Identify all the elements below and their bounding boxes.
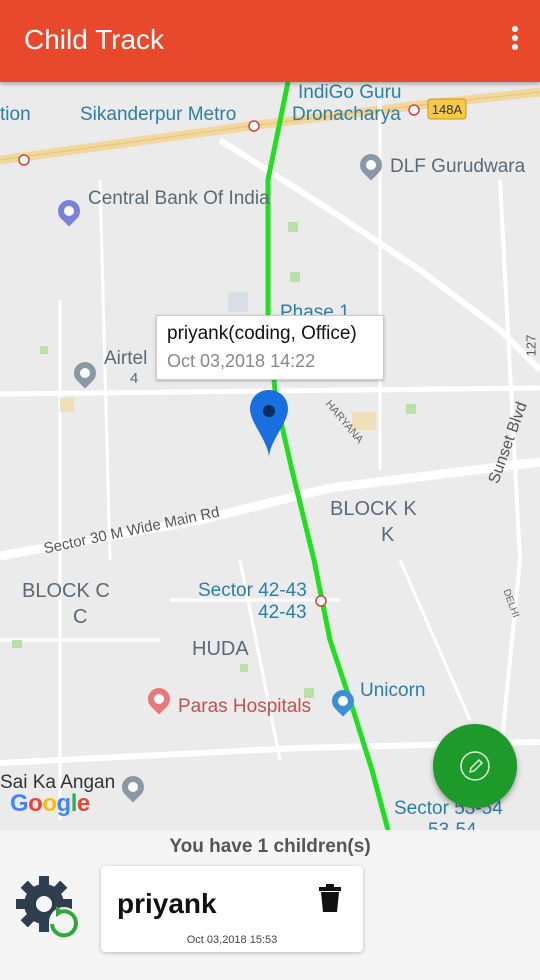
marker-info-window[interactable]: priyank(coding, Office) Oct 03,2018 14:2… (156, 315, 384, 380)
map-label-huda: HUDA (192, 638, 249, 660)
info-window-name: priyank(coding, Office) (167, 323, 357, 344)
map-label-indigo-2: Dronacharya (292, 104, 401, 125)
map-label-unicorn: Unicorn (360, 680, 426, 701)
app-title: Child Track (24, 24, 165, 55)
map-label-blockc: BLOCK C (22, 580, 110, 602)
map-label-sector5354-2: 53-54 (428, 820, 477, 830)
children-count: You have 1 children(s) (169, 836, 371, 857)
map-label-paras-hospitals: Paras Hospitals (178, 696, 312, 717)
child-location-marker-icon[interactable] (250, 390, 288, 462)
map-label-sector4243-2: 42-43 (258, 602, 307, 623)
children-panel: You have 1 children(s) priyank Oct 03,20… (0, 830, 540, 980)
child-name: priyank (117, 888, 217, 919)
map-label-blockk-2: K (381, 524, 395, 546)
map-label-airtel-4: 4 (130, 370, 139, 387)
map-label-dlf-gurudwara: DLF Gurudwara (390, 156, 526, 177)
app-bar: Child Track (0, 0, 540, 82)
map-label-indigo-1: IndiGo Guru (298, 82, 402, 103)
map-label-sikanderpur-metro: Sikanderpur Metro (80, 104, 237, 125)
trash-icon[interactable] (319, 884, 341, 912)
more-vert-icon[interactable] (508, 26, 522, 56)
map-label-airtel: Airtel (104, 348, 148, 369)
child-card[interactable]: priyank Oct 03,2018 15:53 (101, 866, 363, 952)
settings-refresh-icon[interactable] (12, 870, 84, 942)
map-label-sector4243: Sector 42-43 (198, 580, 307, 601)
map-label-central-bank: Central Bank Of India (88, 188, 270, 209)
edit-pencil-icon (460, 751, 490, 781)
road-shield-label: 148A (432, 102, 463, 117)
child-last-update: Oct 03,2018 15:53 (186, 934, 278, 946)
google-logo: Google (10, 790, 90, 817)
edit-fab-button[interactable] (433, 724, 517, 808)
info-window-time: Oct 03,2018 14:22 (167, 351, 316, 371)
map-view[interactable]: 148A tion Sikanderpur Metro IndiGo Guru … (0, 82, 540, 830)
map-label-blockk: BLOCK K (330, 498, 417, 520)
map-label-127: 127 (523, 334, 539, 357)
map-label-tion: tion (0, 104, 31, 125)
map-label-blockc-2: C (73, 606, 88, 628)
